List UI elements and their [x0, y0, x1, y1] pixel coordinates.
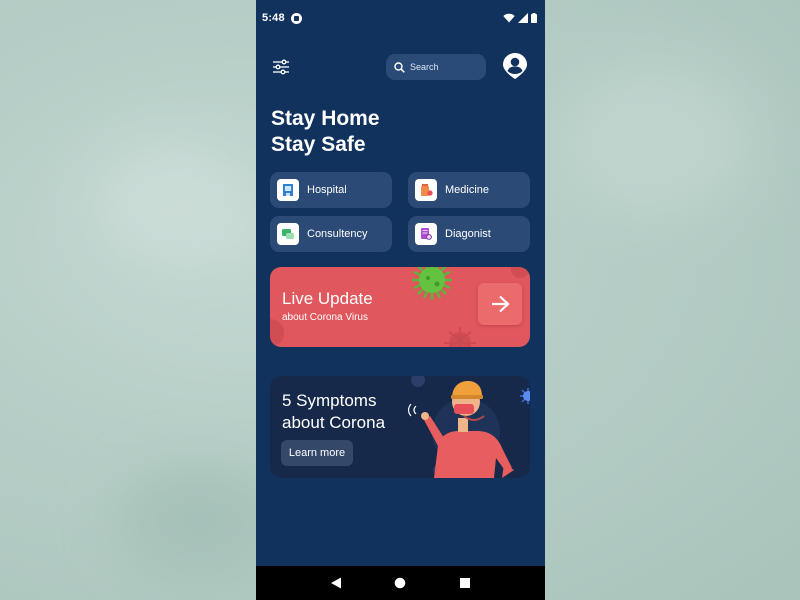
- live-update-arrow-button[interactable]: [478, 283, 522, 325]
- status-bar: 5:48: [256, 0, 545, 36]
- symptoms-title-line-2: about Corona: [282, 413, 386, 432]
- filter-button[interactable]: [270, 56, 292, 78]
- app-bar: [256, 50, 545, 84]
- diagonist-button[interactable]: Diagonist: [408, 216, 530, 252]
- page-title: Stay Home Stay Safe: [271, 106, 380, 158]
- recents-button[interactable]: [457, 575, 473, 591]
- live-update-card[interactable]: Live Update about Corona Virus: [270, 267, 530, 347]
- hospital-icon: [277, 179, 299, 201]
- chat-icon: [277, 223, 299, 245]
- diagnosis-icon: [415, 223, 437, 245]
- home-icon: [395, 577, 406, 589]
- diagonist-label: Diagonist: [445, 228, 491, 240]
- search-input[interactable]: [410, 62, 474, 72]
- search-box[interactable]: [386, 54, 486, 80]
- symptoms-title: 5 Symptoms about Corona: [282, 390, 385, 434]
- app-notification-icon: [290, 12, 302, 24]
- recents-icon: [459, 578, 470, 588]
- profile-button[interactable]: [502, 52, 528, 80]
- system-nav-bar: [256, 566, 545, 600]
- user-location-icon: [503, 53, 527, 79]
- symptoms-card: 5 Symptoms about Corona Learn more: [270, 376, 530, 478]
- hospital-label: Hospital: [307, 184, 347, 196]
- signal-icon: [518, 13, 528, 23]
- title-line-1: Stay Home: [271, 107, 380, 130]
- hospital-button[interactable]: Hospital: [270, 172, 392, 208]
- home-button[interactable]: [392, 575, 408, 591]
- symptoms-title-line-1: 5 Symptoms: [282, 391, 377, 410]
- wifi-icon: [503, 13, 515, 23]
- coughing-man-illustration: [408, 376, 530, 478]
- consultency-label: Consultency: [307, 228, 368, 240]
- live-update-subtitle: about Corona Virus: [282, 312, 368, 323]
- battery-icon: [531, 13, 537, 23]
- consultency-button[interactable]: Consultency: [270, 216, 392, 252]
- sliders-icon: [273, 59, 289, 75]
- live-update-title: Live Update: [282, 289, 373, 308]
- learn-more-button[interactable]: Learn more: [281, 440, 353, 466]
- medicine-icon: [415, 179, 437, 201]
- phone-screen: 5:48 Search Stay Home Stay Safe Hospital…: [256, 0, 545, 600]
- medicine-label: Medicine: [445, 184, 490, 196]
- status-time: 5:48: [262, 12, 285, 24]
- medicine-button[interactable]: Medicine: [408, 172, 530, 208]
- back-icon: [331, 577, 342, 589]
- back-button[interactable]: [328, 575, 344, 591]
- status-icons: [503, 13, 537, 23]
- title-line-2: Stay Safe: [271, 133, 366, 156]
- arrow-right-icon: [492, 295, 510, 313]
- search-icon: [394, 61, 405, 73]
